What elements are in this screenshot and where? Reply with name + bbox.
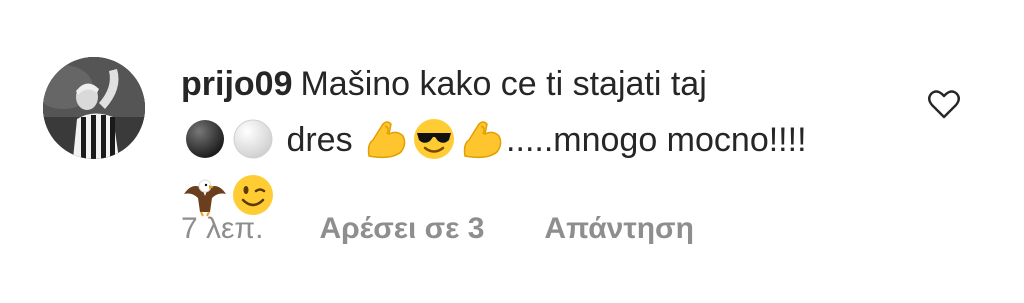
likes-count-link[interactable]: Αρέσει σε 3 (319, 212, 484, 246)
comment-username[interactable]: prijo09 (181, 65, 292, 103)
comment-timestamp: 7 λεπ. (181, 212, 264, 245)
avatar[interactable] (43, 57, 145, 159)
black-circle-emoji (182, 116, 228, 162)
comment-text-rest: .....mnogo mocno!!!! (506, 121, 807, 159)
smiling-face-with-sunglasses-emoji (411, 116, 457, 162)
comment-body: prijo09 Mašino kako ce ti stajati taj dre… (181, 56, 901, 224)
reply-button[interactable]: Απάντηση (544, 212, 694, 246)
flexed-biceps-emoji (363, 116, 409, 162)
comment-text: prijo09 Mašino kako ce ti stajati taj dre… (181, 56, 901, 224)
heart-outline-icon[interactable] (926, 86, 962, 122)
comment-item: prijo09 Mašino kako ce ti stajati taj dre… (0, 0, 1024, 303)
flexed-biceps-emoji (459, 116, 505, 162)
white-circle-emoji (230, 116, 276, 162)
comment-meta: 7 λεπ. Αρέσει σε 3 Απάντηση (181, 212, 694, 246)
comment-text-dres: dres (286, 121, 353, 159)
comment-text-line1: Mašino kako ce ti stajati taj (300, 65, 707, 103)
